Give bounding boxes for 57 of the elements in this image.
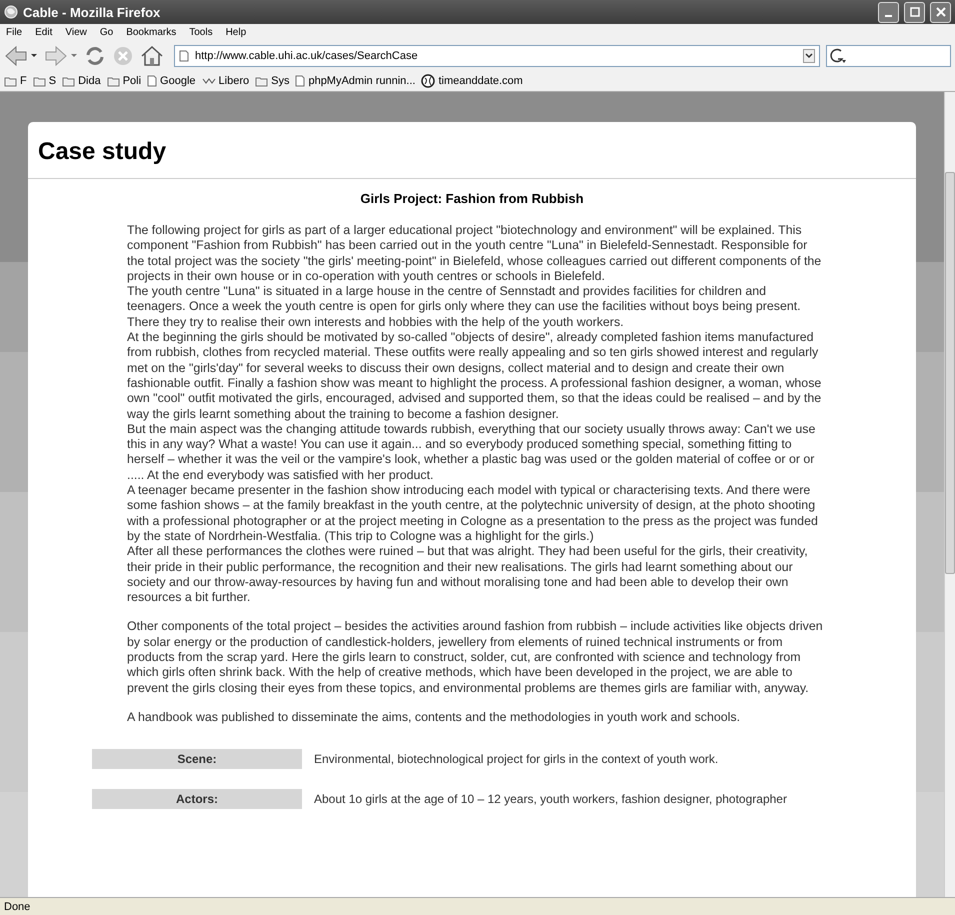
paragraph: Other components of the total project – besides the activities around fashion from rubbish – include activities like objects driven by solar energy or the production of candlestick-holders, jewellery from elements of ruined technical instruments or from products from the scrap yard. Here the girls learn to construct, solder, cut, are confronted with science and technology from which girls often shrink back. With the help of creative methods, which have been developed in the project, we are able to prevent the girls closing their eyes from these topics, and environmental problems are themes girls are familiar with, anyway. [127,619,824,696]
page-icon [179,50,189,62]
bookmark-item[interactable]: Dida [62,75,101,87]
menu-item[interactable]: Bookmarks [126,27,176,38]
minimize-button[interactable] [878,2,899,22]
maximize-icon [910,7,920,17]
back-icon[interactable] [4,45,38,67]
close-button[interactable] [930,2,951,22]
detail-label: Scene: [92,749,302,770]
close-icon [936,7,946,17]
minimize-icon [885,15,892,17]
folder-icon [4,76,17,86]
folder-icon [255,76,268,86]
menu-item[interactable]: File [6,27,22,38]
bookmark-item[interactable]: phpMyAdmin runnin... [295,75,416,87]
bookmark-item[interactable]: Libero [202,75,250,87]
folder-icon [62,76,76,86]
search-field[interactable] [826,45,951,67]
bookmark-item[interactable]: S [32,75,56,87]
scrollbar[interactable] [944,92,955,897]
menu-item[interactable]: View [65,27,87,38]
paragraph: A handbook was published to disseminate the aims, contents and the methodologies in youth work and schools. [127,710,742,726]
home-icon[interactable] [140,45,164,67]
detail-value: About 1o girls at the age of 10 – 12 years, youth workers, fashion designer, photographer [314,792,787,806]
paragraph: The following project for girls as part of a larger educational project "biotechnology and environment" will be explained. This component "Fashion from Rubbish" has been carried out in the youth centre "Luna" in Bielefeld-Sennestadt. Responsible for the total project was the society "the girls' meeting-point" in Bielefeld, whose colleagues carried out different components of the projects in their own house or in co-operation with youth centres or schools in Bielefeld. [127,223,822,284]
paragraph: The youth centre "Luna" is situated in a large house in the centre of Sennstadt and provides facilities for children and teenagers. Once a week the youth centre is open for girls only where they can use the facilities without boys being present. There they try to realise their own interests and hobbies with the help of the youth workers. [127,284,802,330]
paragraph: After all these performances the clothes were ruined – but that was alright. They had been useful for the girls, their creativity, their pride in their public performance, the recognition and their new realisations. The girls had learnt something about our society and our throw-away-resources by having fun and without moralising tone and had been able to develop their own resources a bit further. [127,544,809,606]
scroll-thumb[interactable] [945,172,955,574]
detail-label: Actors: [92,789,302,810]
page-icon [295,75,306,87]
folder-icon [32,76,46,86]
menu-item[interactable]: Go [100,27,114,38]
menu-item[interactable]: Edit [35,27,52,38]
page-icon [147,75,158,87]
menu-item[interactable]: Tools [189,27,213,38]
wave-icon [202,77,216,85]
bookmark-item[interactable]: Google [147,75,196,87]
page-heading: Case study [28,122,916,179]
address-field[interactable]: http://www.cable.uhi.ac.uk/cases/SearchCase [174,45,820,67]
bookmark-item[interactable]: timeanddate.com [421,74,523,88]
window-title: Cable - Mozilla Firefox [23,4,162,20]
maximize-button[interactable] [904,2,925,22]
case-title: Girls Project: Fashion from Rubbish [359,191,585,206]
search-engine-icon [830,48,846,64]
paragraph: A teenager became presenter in the fashion show introducing each model with typical or characterising texts. And there were some fashion shows – at the family breakfast in the youth centre, at the polytechnic university of design, at the photo shooting with a professional photographer or at the project meeting in Cologne as a presentation to the press as the project was funded by the state of Nordrhein-Westfalia. (This trip to Cologne was a highlight for the girls.) [127,483,819,544]
detail-value: Environmental, biotechnological project for girls in the context of youth work. [314,752,718,766]
folder-icon [106,76,120,86]
globe-icon [421,74,436,88]
forward-icon[interactable] [44,45,78,67]
menu-item[interactable]: Help [226,27,246,38]
reload-icon[interactable] [84,45,106,67]
dropdown-icon[interactable] [803,49,815,63]
bookmark-item[interactable]: Sys [255,75,290,87]
bookmark-item[interactable]: F [4,75,27,87]
paragraph: At the beginning the girls should be motivated by so-called "objects of desire", already completed fashion items manufactured from rubbish, clothes from recycled material. These outfits were really appealing and so ten girls showed interest and regularly met on the "girls'day" for several weeks to discuss their own designs, collect material and to design and create their own fashionable outfit. Finally a fashion show was meant to highlight the process. A professional fashion designer, a woman, whose own "cool" outfit motivated the girls, encouraged, advised and supported them, so that the ideas could be realised – and by the way the girls learnt something about the training to become a fashion designer. [127,330,822,422]
bookmark-item[interactable]: Poli [106,75,142,87]
paragraph: But the main aspect was the changing attitude towards rubbish, everything that our society usually throws away: Can't we use this in any way? What a waste! You can use it again... and so everybody produced something special, something fitting to herself – whether it was the veil or the vampire's look, whether a plastic bag was used or the golden material of coffee or or or ..... At the end everybody was satisfied with her product. [127,422,816,484]
